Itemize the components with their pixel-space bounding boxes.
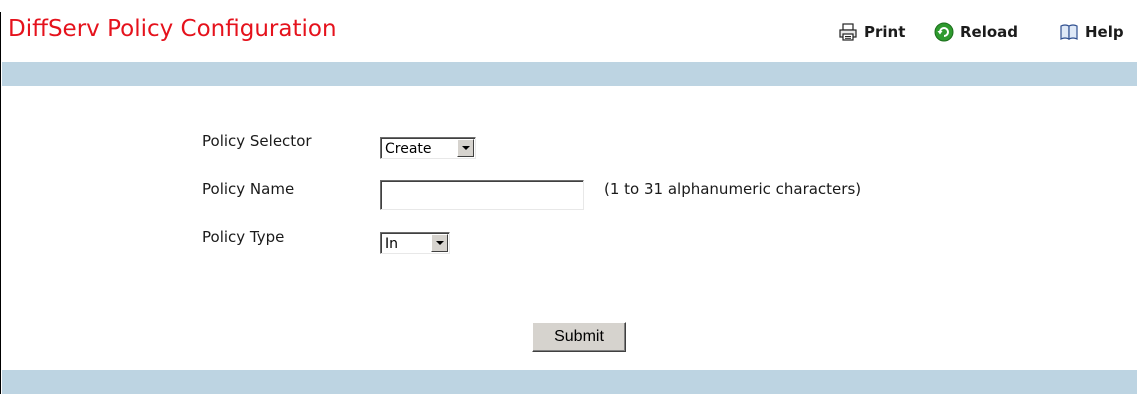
policy-name-label: Policy Name [202, 180, 295, 198]
policy-selector-label: Policy Selector [202, 132, 312, 150]
policy-name-hint: (1 to 31 alphanumeric characters) [604, 180, 862, 198]
policy-name-input[interactable] [380, 180, 584, 210]
help-button[interactable]: Help [1059, 22, 1124, 42]
submit-button[interactable]: Submit [532, 322, 626, 352]
page: DiffServ Policy Configuration Print Relo… [0, 0, 1137, 394]
header: DiffServ Policy Configuration Print Relo… [0, 0, 1137, 62]
policy-selector-value: Create [385, 141, 432, 157]
policy-selector-select[interactable]: Create [380, 137, 476, 159]
page-title: DiffServ Policy Configuration [8, 16, 337, 42]
print-button[interactable]: Print [838, 22, 905, 42]
reload-button[interactable]: Reload [934, 22, 1018, 42]
header-band [2, 62, 1137, 86]
reload-label: Reload [960, 23, 1019, 41]
help-label: Help [1085, 23, 1124, 41]
policy-type-label: Policy Type [202, 228, 285, 246]
chevron-down-icon[interactable] [431, 234, 448, 252]
book-icon [1059, 22, 1079, 42]
print-label: Print [864, 23, 906, 41]
reload-icon [934, 22, 954, 42]
footer-band [2, 370, 1137, 394]
policy-type-select[interactable]: In [380, 232, 450, 254]
policy-type-value: In [385, 236, 399, 252]
printer-icon [838, 22, 858, 42]
left-border [0, 12, 1, 394]
chevron-down-icon[interactable] [457, 139, 474, 157]
